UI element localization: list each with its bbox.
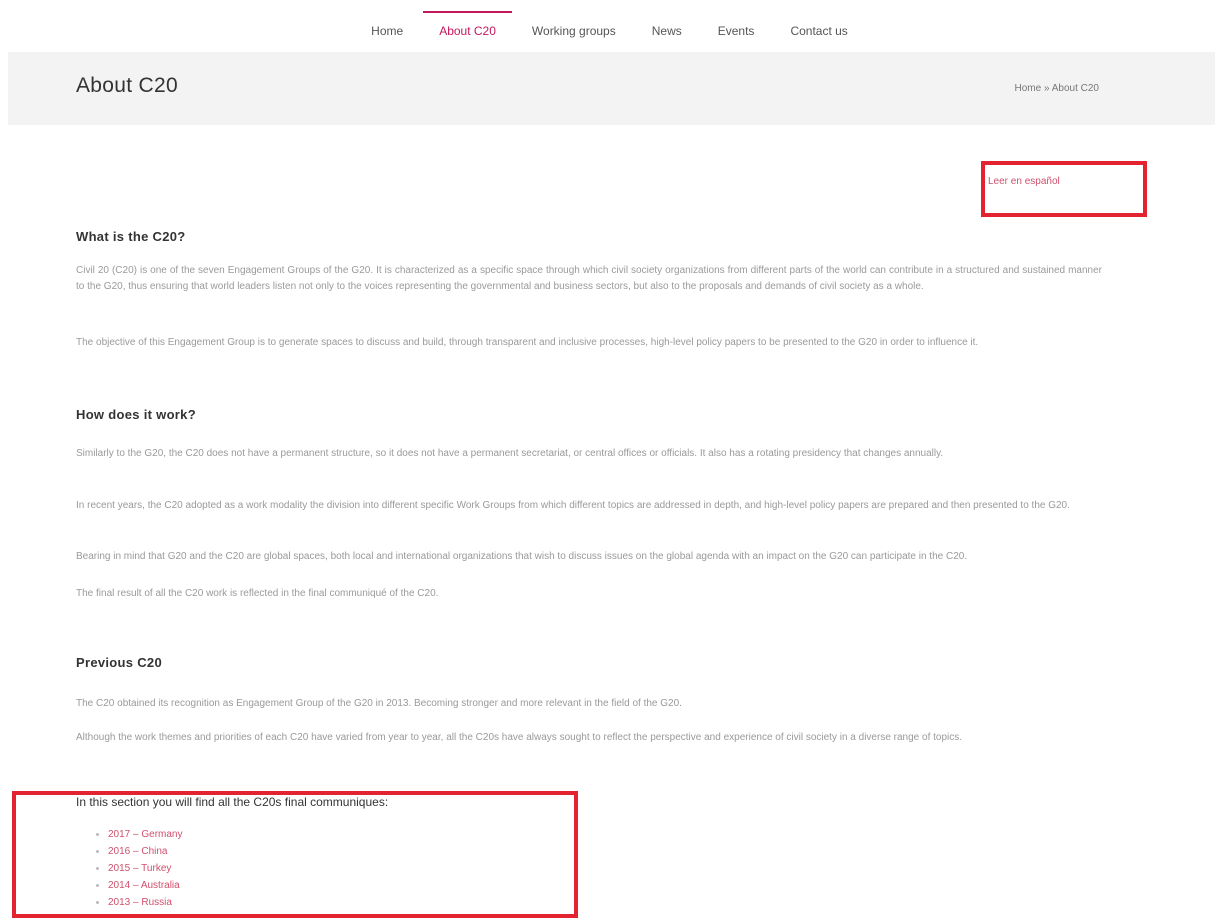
- nav-item-news[interactable]: News: [634, 23, 700, 39]
- nav-item-contact-us[interactable]: Contact us: [772, 23, 865, 39]
- paragraph-what-1: Civil 20 (C20) is one of the seven Engag…: [76, 265, 1102, 292]
- paragraph-previous-2: Although the work themes and priorities …: [76, 732, 963, 743]
- paragraph-how-1: Similarly to the G20, the C20 does not h…: [76, 448, 944, 459]
- nav-item-working-groups[interactable]: Working groups: [514, 23, 634, 39]
- top-nav: Home About C20 Working groups News Event…: [0, 0, 1223, 50]
- highlight-box-spanish-link: [981, 161, 1147, 217]
- page-title: About C20: [76, 74, 178, 97]
- section-heading-how: How does it work?: [76, 407, 196, 422]
- nav-item-events[interactable]: Events: [700, 23, 773, 39]
- section-heading-previous: Previous C20: [76, 655, 162, 670]
- paragraph-how-4: The final result of all the C20 work is …: [76, 588, 439, 599]
- paragraph-how-2: In recent years, the C20 adopted as a wo…: [76, 500, 1070, 511]
- highlight-box-communiques: [12, 791, 578, 918]
- nav-item-home[interactable]: Home: [353, 23, 421, 39]
- paragraph-previous-1: The C20 obtained its recognition as Enga…: [76, 698, 682, 709]
- section-heading-what: What is the C20?: [76, 229, 186, 244]
- nav-item-about-c20[interactable]: About C20: [421, 11, 514, 39]
- page-header-band: About C20 Home » About C20: [8, 52, 1215, 125]
- paragraph-what-2: The objective of this Engagement Group i…: [76, 337, 979, 348]
- paragraph-how-3: Bearing in mind that G20 and the C20 are…: [76, 551, 968, 562]
- breadcrumb[interactable]: Home » About C20: [1015, 83, 1100, 94]
